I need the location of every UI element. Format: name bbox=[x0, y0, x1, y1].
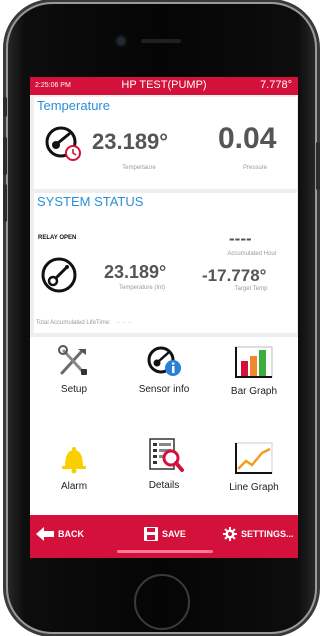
bell-icon bbox=[62, 447, 86, 474]
line-graph-icon bbox=[235, 442, 273, 474]
save-button[interactable]: SAVE bbox=[144, 527, 186, 541]
pressure-value: 0.04 bbox=[218, 122, 277, 155]
back-arrow-icon bbox=[36, 527, 54, 541]
details-button[interactable]: Details bbox=[120, 437, 208, 491]
settings-label: SETTINGS... bbox=[241, 529, 294, 539]
accumulated-hour-value: ---- bbox=[229, 229, 252, 248]
system-status-panel: SYSTEM STATUS RELAY OPEN ---- Accumulate… bbox=[34, 193, 297, 333]
power-button bbox=[316, 142, 320, 190]
lifetime-row: Total Accumulated LifeTime: -- -- -- bbox=[36, 320, 132, 326]
details-icon bbox=[149, 438, 184, 472]
mute-switch bbox=[3, 97, 7, 117]
alarm-label: Alarm bbox=[60, 481, 88, 492]
tools-icon bbox=[58, 345, 87, 375]
sensor-info-label: Sensor info bbox=[138, 384, 190, 395]
target-temp-value: -17.778° bbox=[202, 266, 267, 285]
temperature-label: Tempertaure bbox=[122, 165, 156, 171]
relay-status: RELAY OPEN bbox=[38, 235, 77, 241]
settings-button[interactable]: SETTINGS... bbox=[223, 527, 294, 541]
gear-icon bbox=[223, 527, 237, 541]
system-status-title: SYSTEM STATUS bbox=[37, 194, 144, 209]
temperature-int-value: 23.189° bbox=[104, 262, 167, 282]
bottom-toolbar: BACK SAVE SETTINGS... bbox=[30, 515, 298, 558]
line-graph-button[interactable]: Line Graph bbox=[210, 441, 298, 493]
alarm-button[interactable]: Alarm bbox=[30, 442, 118, 492]
volume-up-button bbox=[3, 137, 7, 175]
setup-label: Setup bbox=[60, 384, 88, 395]
line-graph-label: Line Graph bbox=[229, 482, 279, 493]
gauge-icon bbox=[41, 257, 77, 293]
lifetime-label: Total Accumulated LifeTime: bbox=[36, 320, 111, 326]
setup-button[interactable]: Setup bbox=[30, 345, 118, 395]
target-temp-label: Target Temp bbox=[234, 286, 268, 292]
back-button[interactable]: BACK bbox=[36, 527, 84, 541]
thermometer-icon bbox=[45, 126, 81, 161]
temperature-panel-title: Temperature bbox=[37, 98, 110, 113]
sensor-info-icon bbox=[147, 346, 181, 376]
sensor-info-button[interactable]: Sensor info bbox=[120, 345, 208, 395]
app-screen: 2:25:06 PM HP TEST(PUMP) 7.778° Temperat… bbox=[30, 77, 298, 558]
speaker bbox=[141, 39, 181, 43]
save-icon bbox=[144, 527, 158, 541]
home-indicator bbox=[117, 550, 213, 553]
home-button[interactable] bbox=[134, 574, 190, 630]
bar-graph-button[interactable]: Bar Graph bbox=[210, 345, 298, 397]
accumulated-hour-label: Accumulated Hour bbox=[227, 251, 277, 257]
bar-graph-icon bbox=[235, 346, 273, 378]
temperature-int-label: Temperature (Int) bbox=[118, 285, 166, 291]
bar-graph-label: Bar Graph bbox=[230, 386, 278, 397]
lifetime-value: -- -- -- bbox=[116, 320, 132, 326]
menu-grid: Setup Sensor info Bar Graph Alarm Detail… bbox=[30, 337, 298, 515]
camera bbox=[117, 37, 125, 45]
page-title: HP TEST(PUMP) bbox=[121, 79, 207, 91]
back-label: BACK bbox=[58, 529, 84, 539]
volume-down-button bbox=[3, 184, 7, 222]
status-temp: 7.778° bbox=[260, 79, 292, 91]
pressure-label: Pressure bbox=[242, 165, 267, 171]
temperature-panel: Temperature 23.189° Tempertaure 0.04 Pre… bbox=[34, 97, 297, 189]
save-label: SAVE bbox=[162, 529, 186, 539]
details-label: Details bbox=[148, 480, 180, 491]
temperature-value: 23.189° bbox=[92, 129, 169, 154]
status-bar: 2:25:06 PM HP TEST(PUMP) 7.778° bbox=[30, 77, 298, 95]
